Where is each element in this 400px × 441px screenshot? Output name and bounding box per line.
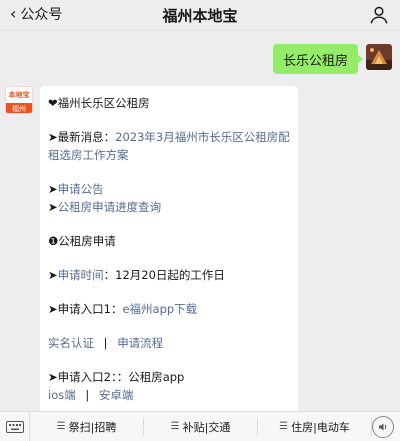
apply-notice-link[interactable]: 申请公告 <box>58 182 104 196</box>
message-heading: ❤福州长乐区公租房 <box>48 96 150 110</box>
hamburger-icon: ☰ <box>56 421 66 432</box>
android-link[interactable]: 安卓端 <box>99 388 134 402</box>
apply-time-value: ：12月20日起的工作日 <box>103 268 225 282</box>
process-link[interactable]: 申请流程 <box>117 336 163 350</box>
outgoing-message: 长乐公租房 <box>272 44 392 74</box>
bottom-menu: ☰ 祭扫|招聘 ☰ 补贴|交通 ☰ 住房|电动车 <box>0 411 400 441</box>
progress-query-link[interactable]: 公租房申请进度查询 <box>58 200 162 214</box>
top-bar: ‹ 公众号 福州本地宝 <box>0 0 400 31</box>
menu-item-subsidy-traffic[interactable]: ☰ 补贴|交通 <box>144 417 258 436</box>
person-icon[interactable] <box>368 4 390 26</box>
separator: | <box>103 336 108 350</box>
account-avatar[interactable]: 本地宝 福州 <box>5 86 33 114</box>
arrow-glyph: ➤ <box>48 268 58 282</box>
hamburger-icon: ☰ <box>279 421 289 432</box>
realname-link[interactable]: 实名认证 <box>48 336 94 350</box>
avatar-bottom-text: 福州 <box>6 103 32 113</box>
menu-label: 祭扫|招聘 <box>68 420 117 434</box>
incoming-bubble: ❤福州长乐区公租房 ➤最新消息：2023年3月福州市长乐区公租房配租选房工作方案… <box>40 86 298 416</box>
menu-label: 补贴|交通 <box>182 420 231 434</box>
sound-icon[interactable] <box>372 415 394 438</box>
news-prefix: ➤最新消息： <box>48 130 116 144</box>
menu-label: 住房|电动车 <box>291 420 350 434</box>
hamburger-icon: ☰ <box>170 421 180 432</box>
outgoing-bubble[interactable]: 长乐公租房 <box>272 44 364 74</box>
arrow-glyph: ➤ <box>48 182 58 196</box>
menu-item-housing-ebike[interactable]: ☰ 住房|电动车 <box>258 417 372 436</box>
apply-time-link[interactable]: 申请时间 <box>58 268 104 282</box>
keyboard-icon[interactable] <box>0 411 30 441</box>
entry1-prefix: ➤申请入口1： <box>48 302 123 316</box>
avatar-top-text: 本地宝 <box>8 91 30 99</box>
separator: | <box>85 388 90 402</box>
ios-link[interactable]: ios端 <box>48 388 76 402</box>
section-title: ❶公租房申请 <box>48 234 116 248</box>
menu-item-mourning-recruitment[interactable]: ☰ 祭扫|招聘 <box>30 417 144 436</box>
arrow-glyph: ➤ <box>48 200 58 214</box>
outgoing-text: 长乐公租房 <box>282 53 348 69</box>
page-title: 福州本地宝 <box>162 7 238 25</box>
efuzhou-download-link[interactable]: e福州app下载 <box>122 302 197 316</box>
entry2-prefix: ➤申请入口2：：公租房app <box>48 370 185 384</box>
user-avatar[interactable] <box>366 44 392 70</box>
